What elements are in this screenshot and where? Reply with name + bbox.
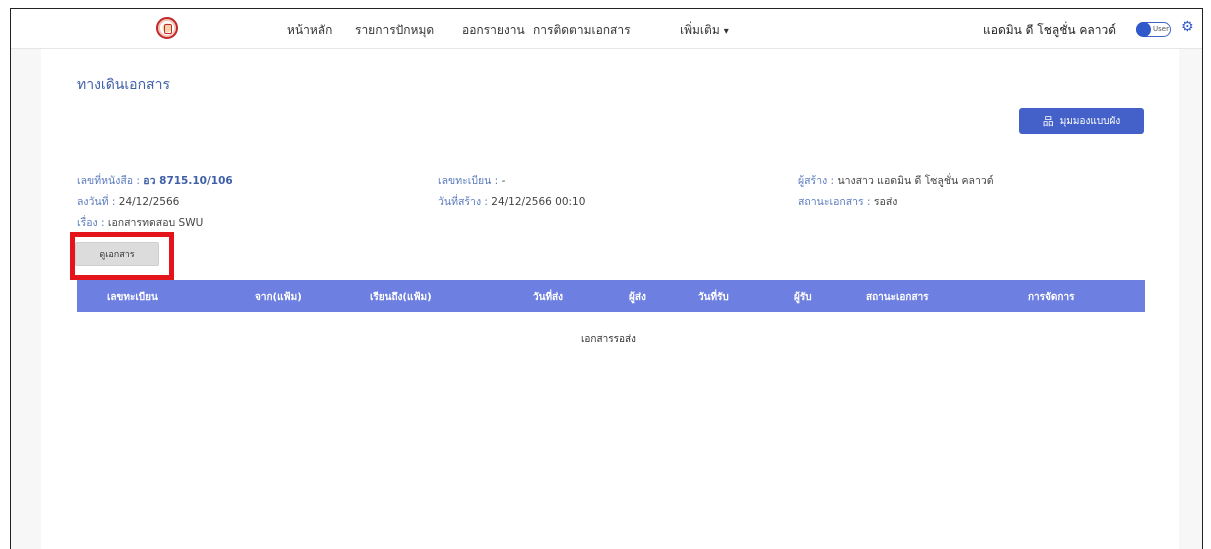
flow-view-button-label: มุมมองแบบผัง: [1059, 115, 1121, 127]
column-header-sender: ผู้ส่ง: [629, 292, 646, 303]
app-frame: หน้าหลัก รายการปักหมุด ออกรายงาน การติดต…: [10, 8, 1203, 549]
registration-number-label: เลขทะเบียน :: [438, 175, 502, 187]
column-header-status: สถานะเอกสาร: [866, 292, 929, 303]
column-header-receiver: ผู้รับ: [794, 292, 812, 303]
column-header-from: จาก(แฟ้ม): [255, 292, 302, 303]
nav-item-more-label: เพิ่มเติม: [680, 23, 720, 37]
nav-item-home[interactable]: หน้าหลัก: [287, 21, 332, 40]
nav-item-tracking[interactable]: การติดตามเอกสาร: [533, 21, 631, 40]
role-toggle[interactable]: User: [1136, 22, 1171, 37]
doc-number-value: อว 8715.10/106: [143, 175, 233, 187]
doc-subject-value: เอกสารทดสอบ SWU: [107, 217, 204, 229]
column-header-received-date: วันที่รับ: [698, 292, 729, 303]
created-date-value: 24/12/2566 00:10: [491, 196, 586, 208]
page-title: ทางเดินเอกสาร: [77, 77, 170, 93]
registration-number: เลขทะเบียน : -: [438, 172, 505, 189]
column-header-registration: เลขทะเบียน: [107, 292, 158, 303]
nav-item-report[interactable]: ออกรายงาน: [462, 21, 525, 40]
toggle-label: User: [1153, 25, 1169, 33]
main-content: ทางเดินเอกสาร 品 มุมมองแบบผัง เลขที่หนังส…: [41, 49, 1179, 549]
created-date: วันที่สร้าง : 24/12/2566 00:10: [438, 193, 585, 210]
nav-item-more[interactable]: เพิ่มเติม ▾: [680, 21, 729, 40]
registration-number-value: -: [501, 175, 506, 187]
column-header-actions: การจัดการ: [1028, 292, 1075, 303]
sitemap-icon: 品: [1042, 115, 1054, 128]
doc-subject: เรื่อง : เอกสารทดสอบ SWU: [77, 214, 203, 231]
doc-date-value: 24/12/2566: [118, 196, 180, 208]
creator-label: ผู้สร้าง :: [798, 175, 838, 187]
column-header-sent-date: วันที่ส่ง: [533, 292, 564, 303]
doc-date: ลงวันที่ : 24/12/2566: [77, 193, 179, 210]
creator-value: นางสาว แอดมิน ดี โซลูชั่น คลาวด์: [837, 175, 994, 187]
created-date-label: วันที่สร้าง :: [438, 196, 492, 208]
doc-date-label: ลงวันที่ :: [77, 196, 119, 208]
flow-view-button[interactable]: 品 มุมมองแบบผัง: [1019, 108, 1144, 134]
doc-status-label: สถานะเอกสาร :: [798, 196, 874, 208]
column-header-to: เรียนถึง(แฟ้ม): [370, 292, 432, 303]
doc-status: สถานะเอกสาร : รอส่ง: [798, 193, 897, 210]
doc-number: เลขที่หนังสือ : อว 8715.10/106: [77, 172, 233, 189]
university-logo-icon[interactable]: [156, 17, 178, 39]
doc-status-value: รอส่ง: [873, 196, 898, 208]
creator: ผู้สร้าง : นางสาว แอดมิน ดี โซลูชั่น คลา…: [798, 172, 994, 189]
highlight-box: [70, 232, 174, 280]
doc-subject-label: เรื่อง :: [77, 217, 108, 229]
nav-item-pinned[interactable]: รายการปักหมุด: [355, 21, 434, 40]
doc-number-label: เลขที่หนังสือ :: [77, 175, 144, 187]
chevron-down-icon: ▾: [723, 26, 729, 37]
user-name[interactable]: แอดมิน ดี โชลูชั่น คลาวด์: [983, 21, 1116, 40]
table-header-row: เลขทะเบียน จาก(แฟ้ม) เรียนถึง(แฟ้ม) วันท…: [77, 280, 1145, 312]
toggle-knob: [1136, 22, 1151, 37]
top-navbar: หน้าหลัก รายการปักหมุด ออกรายงาน การติดต…: [11, 9, 1202, 49]
gear-icon[interactable]: ⚙: [1181, 19, 1194, 35]
table-empty-message: เอกสารรอส่ง: [581, 334, 636, 345]
